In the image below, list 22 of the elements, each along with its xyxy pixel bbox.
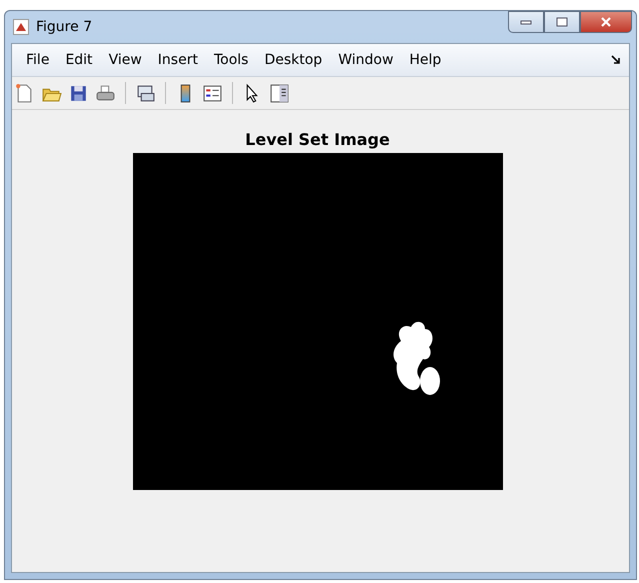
menu-item[interactable]: Insert: [150, 52, 206, 68]
minimize-button[interactable]: [508, 11, 544, 33]
menu-item[interactable]: View: [100, 52, 150, 68]
app-icon: [13, 19, 29, 35]
close-button[interactable]: [580, 11, 632, 33]
menu-item[interactable]: Window: [330, 52, 402, 68]
close-icon: [600, 17, 612, 27]
menu-item[interactable]: Tools: [206, 52, 256, 68]
menu-item[interactable]: Help: [401, 52, 450, 68]
plot-title: Level Set Image: [245, 130, 390, 149]
property-panel-icon[interactable]: [269, 82, 290, 104]
legend-icon[interactable]: [202, 82, 223, 104]
dock-arrow-icon[interactable]: [611, 55, 621, 65]
menu-item[interactable]: File: [18, 52, 58, 68]
maximize-icon: [556, 17, 568, 27]
menu-item[interactable]: Edit: [57, 52, 101, 68]
menu-item[interactable]: Desktop: [256, 52, 330, 68]
minimize-icon: [520, 19, 532, 25]
link-plot-icon[interactable]: [135, 82, 156, 104]
maximize-button[interactable]: [544, 11, 580, 33]
window-title: Figure 7: [36, 19, 92, 35]
printer-icon[interactable]: [95, 82, 116, 104]
